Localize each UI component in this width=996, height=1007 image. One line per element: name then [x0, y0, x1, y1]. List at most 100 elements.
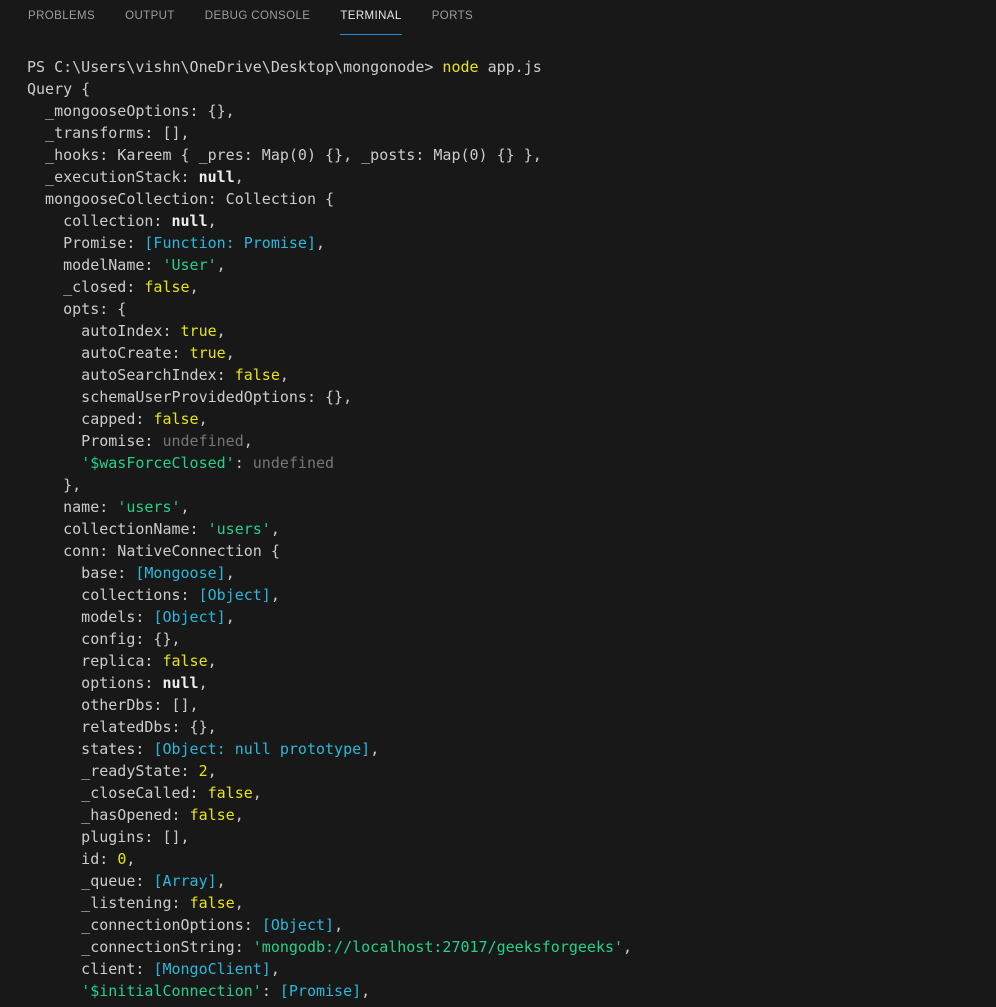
- terminal-text-segment: config: {},: [27, 630, 181, 648]
- terminal-text-segment: _queue:: [27, 872, 153, 890]
- terminal-line: _connectionOptions: [Object],: [27, 914, 996, 936]
- terminal-text-segment: ,: [253, 784, 262, 802]
- terminal-line: modelName: 'User',: [27, 254, 996, 276]
- terminal-text-segment: autoCreate:: [27, 344, 190, 362]
- terminal-output[interactable]: PS C:\Users\vishn\OneDrive\Desktop\mongo…: [0, 35, 996, 1007]
- terminal-text-segment: false: [153, 410, 198, 428]
- terminal-text-segment: opts: {: [27, 300, 126, 318]
- panel-tab-ports[interactable]: PORTS: [432, 0, 473, 35]
- terminal-text-segment: [Function: Promise]: [144, 234, 316, 252]
- terminal-line: plugins: [],: [27, 826, 996, 848]
- terminal-line: base: [Mongoose],: [27, 562, 996, 584]
- terminal-text-segment: _connectionString:: [27, 938, 253, 956]
- terminal-text-segment: 'User': [162, 256, 216, 274]
- terminal-line: config: {},: [27, 628, 996, 650]
- terminal-text-segment: Promise:: [27, 234, 144, 252]
- terminal-text-segment: autoIndex:: [27, 322, 181, 340]
- terminal-text-segment: false: [190, 894, 235, 912]
- terminal-text-segment: ,: [217, 256, 226, 274]
- terminal-line: '$initialConnection': [Promise],: [27, 980, 996, 1002]
- terminal-text-segment: [Promise]: [280, 982, 361, 1000]
- terminal-text-segment: 'mongodb://localhost:27017/geeksforgeeks…: [253, 938, 623, 956]
- terminal-text-segment: false: [235, 366, 280, 384]
- terminal-text-segment: collections:: [27, 586, 199, 604]
- terminal-line: replica: false,: [27, 650, 996, 672]
- terminal-line: '$wasForceClosed': undefined: [27, 452, 996, 474]
- terminal-text-segment: otherDbs: [],: [27, 696, 199, 714]
- terminal-line: _hasOpened: false,: [27, 804, 996, 826]
- terminal-text-segment: 'users': [117, 498, 180, 516]
- terminal-line: id: 0,: [27, 848, 996, 870]
- terminal-text-segment: [27, 454, 81, 472]
- terminal-text-segment: ,: [190, 278, 199, 296]
- terminal-text-segment: [Object]: [153, 608, 225, 626]
- terminal-line: _executionStack: null,: [27, 166, 996, 188]
- terminal-text-segment: '$initialConnection': [81, 982, 262, 1000]
- terminal-line: relatedDbs: {},: [27, 716, 996, 738]
- terminal-text-segment: _closeCalled:: [27, 784, 208, 802]
- terminal-text-segment: ,: [334, 916, 343, 934]
- terminal-text-segment: base:: [27, 564, 135, 582]
- terminal-text-segment: ,: [181, 498, 190, 516]
- terminal-text-segment: plugins: [],: [27, 828, 190, 846]
- terminal-text-segment: Promise:: [27, 432, 162, 450]
- terminal-text-segment: false: [208, 784, 253, 802]
- terminal-text-segment: states:: [27, 740, 153, 758]
- terminal-text-segment: [Mongoose]: [135, 564, 225, 582]
- terminal-text-segment: node: [442, 58, 478, 76]
- terminal-text-segment: [Object]: [262, 916, 334, 934]
- terminal-text-segment: _executionStack:: [27, 168, 199, 186]
- terminal-line: client: [MongoClient],: [27, 958, 996, 980]
- terminal-text-segment: ,: [226, 608, 235, 626]
- terminal-text-segment: ,: [199, 410, 208, 428]
- terminal-text-segment: ,: [126, 850, 135, 868]
- terminal-line: opts: {: [27, 298, 996, 320]
- terminal-text-segment: ,: [217, 322, 226, 340]
- terminal-text-segment: 2: [199, 762, 208, 780]
- terminal-line: autoCreate: true,: [27, 342, 996, 364]
- terminal-text-segment: app.js: [479, 58, 542, 76]
- terminal-text-segment: ,: [226, 564, 235, 582]
- terminal-line: Promise: [Function: Promise],: [27, 232, 996, 254]
- panel-tab-bar: PROBLEMS OUTPUT DEBUG CONSOLE TERMINAL P…: [0, 0, 996, 35]
- terminal-line: models: [Object],: [27, 606, 996, 628]
- terminal-text-segment: ,: [280, 366, 289, 384]
- terminal-text-segment: undefined: [253, 454, 334, 472]
- terminal-text-segment: name:: [27, 498, 117, 516]
- terminal-text-segment: modelName:: [27, 256, 162, 274]
- terminal-text-segment: ,: [208, 212, 217, 230]
- terminal-line: otherDbs: [],: [27, 694, 996, 716]
- terminal-text-segment: ,: [199, 674, 208, 692]
- terminal-line: states: [Object: null prototype],: [27, 738, 996, 760]
- terminal-text-segment: null: [199, 168, 235, 186]
- panel-tab-debug-console[interactable]: DEBUG CONSOLE: [205, 0, 311, 35]
- terminal-text-segment: ,: [235, 894, 244, 912]
- terminal-line: autoIndex: true,: [27, 320, 996, 342]
- terminal-text-segment: _connectionOptions:: [27, 916, 262, 934]
- terminal-text-segment: [Object]: [199, 586, 271, 604]
- terminal-line: _readyState: 2,: [27, 760, 996, 782]
- terminal-text-segment: null: [172, 212, 208, 230]
- terminal-line: _listening: false,: [27, 892, 996, 914]
- terminal-text-segment: models:: [27, 608, 153, 626]
- terminal-line: conn: NativeConnection {: [27, 540, 996, 562]
- terminal-text-segment: ,: [244, 432, 253, 450]
- terminal-text-segment: _readyState:: [27, 762, 199, 780]
- terminal-text-segment: client:: [27, 960, 153, 978]
- terminal-line: capped: false,: [27, 408, 996, 430]
- panel-tab-problems[interactable]: PROBLEMS: [28, 0, 95, 35]
- panel-tab-output[interactable]: OUTPUT: [125, 0, 175, 35]
- terminal-text-segment: Query {: [27, 80, 90, 98]
- terminal-text-segment: ,: [370, 740, 379, 758]
- terminal-text-segment: 'users': [208, 520, 271, 538]
- terminal-line: PS C:\Users\vishn\OneDrive\Desktop\mongo…: [27, 56, 996, 78]
- terminal-text-segment: PS C:\Users\vishn\OneDrive\Desktop\mongo…: [27, 58, 442, 76]
- terminal-text-segment: ,: [316, 234, 325, 252]
- terminal-text-segment: [MongoClient]: [153, 960, 270, 978]
- terminal-text-segment: collectionName:: [27, 520, 208, 538]
- terminal-text-segment: ,: [361, 982, 370, 1000]
- panel-tab-terminal[interactable]: TERMINAL: [340, 0, 401, 35]
- terminal-text-segment: id:: [27, 850, 117, 868]
- terminal-line: collection: null,: [27, 210, 996, 232]
- terminal-text-segment: undefined: [162, 432, 243, 450]
